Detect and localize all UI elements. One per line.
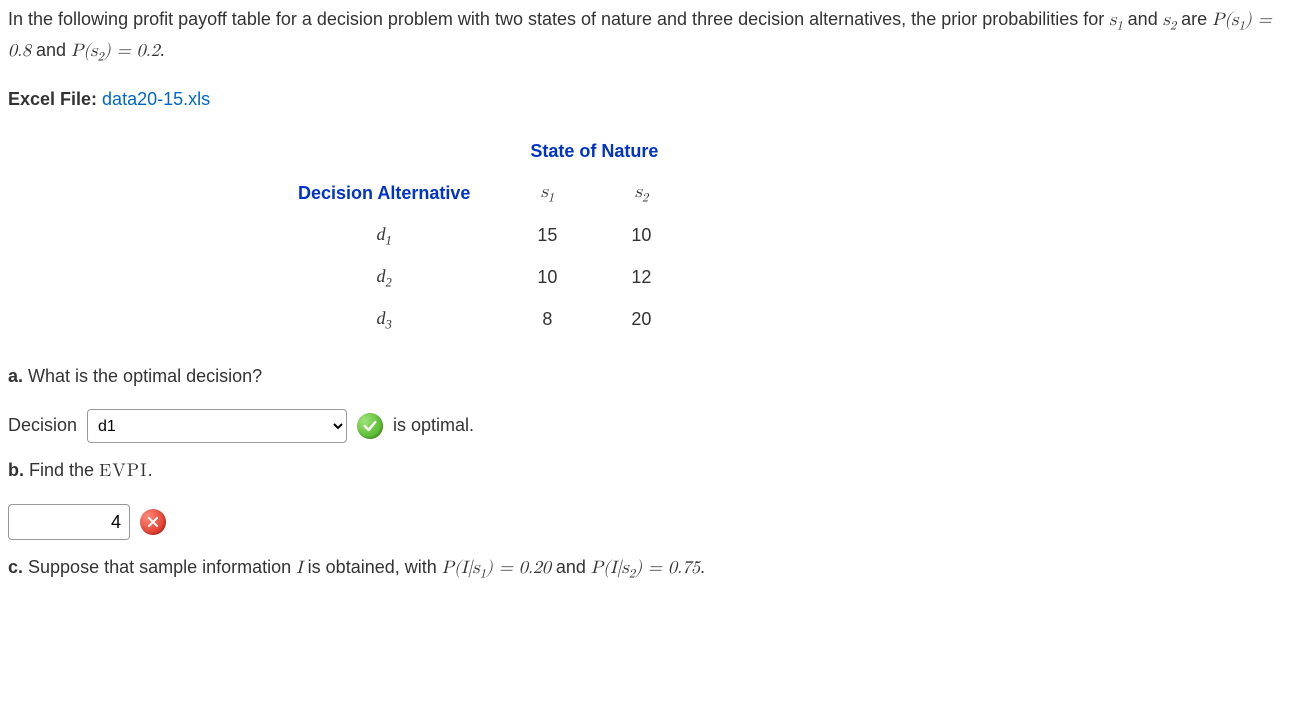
x-icon [140, 509, 166, 535]
cell-d2-s2: 12 [594, 257, 688, 299]
excel-file-label: Excel File: [8, 89, 102, 109]
label-c: c. [8, 557, 23, 577]
text-c-2: is obtained, with [303, 557, 442, 577]
question-b: b. Find the EVPI. [8, 457, 1300, 486]
table-row: d1 15 10 [268, 215, 688, 257]
var-s1: s1 [1109, 11, 1122, 29]
decision-select[interactable]: d1 [87, 409, 347, 443]
payoff-table: State of Nature Decision Alternative s1 … [268, 132, 688, 341]
check-icon [357, 413, 383, 439]
state-of-nature-header: State of Nature [530, 141, 658, 161]
row-d2: d2 [377, 266, 392, 286]
problem-intro: In the following profit payoff table for… [8, 6, 1300, 68]
p-I-s1: P(I|s1) = 0.20 [442, 559, 551, 577]
excel-file-line: Excel File: data20-15.xls [8, 86, 1300, 114]
cell-d1-s1: 15 [500, 215, 594, 257]
cell-d3-s2: 20 [594, 299, 688, 341]
p-s2: P(s2) = 0.2 [71, 42, 160, 60]
c-and: and [551, 557, 591, 577]
row-d1: d1 [377, 224, 392, 244]
text-a: What is the optimal decision? [23, 366, 262, 386]
b-period: . [148, 460, 153, 480]
answer-b-row [8, 504, 1300, 540]
intro-period: . [160, 40, 165, 60]
table-row: d2 10 12 [268, 257, 688, 299]
answer-a-row: Decision d1 is optimal. [8, 409, 1300, 443]
col-s2: s2 [635, 183, 648, 201]
label-b: b. [8, 460, 24, 480]
table-row: d3 8 20 [268, 299, 688, 341]
cell-d1-s2: 10 [594, 215, 688, 257]
text-b: Find the [24, 460, 99, 480]
decision-alternative-header: Decision Alternative [298, 183, 470, 203]
decision-word: Decision [8, 412, 77, 440]
intro-and: and [1123, 9, 1163, 29]
text-c-1: Suppose that sample information [23, 557, 296, 577]
payoff-table-wrap: State of Nature Decision Alternative s1 … [8, 132, 1300, 341]
c-period: . [700, 557, 705, 577]
p-I-s2: P(I|s2) = 0.75 [591, 559, 700, 577]
var-s2: s2 [1163, 11, 1176, 29]
excel-file-link[interactable]: data20-15.xls [102, 89, 210, 109]
intro-are: are [1176, 9, 1212, 29]
intro-text: In the following profit payoff table for… [8, 9, 1109, 29]
cell-d2-s1: 10 [500, 257, 594, 299]
question-c: c. Suppose that sample information I is … [8, 554, 1300, 585]
is-optimal-text: is optimal. [393, 412, 474, 440]
question-a: a. What is the optimal decision? [8, 363, 1300, 391]
intro-and2: and [31, 40, 71, 60]
row-d3: d3 [377, 308, 392, 328]
evpi-input[interactable] [8, 504, 130, 540]
col-s1: s1 [541, 183, 554, 201]
evpi-label: EVPI [99, 462, 148, 480]
table-row: State of Nature [268, 132, 688, 172]
cell-d3-s1: 8 [500, 299, 594, 341]
label-a: a. [8, 366, 23, 386]
table-row: Decision Alternative s1 s2 [268, 172, 688, 215]
